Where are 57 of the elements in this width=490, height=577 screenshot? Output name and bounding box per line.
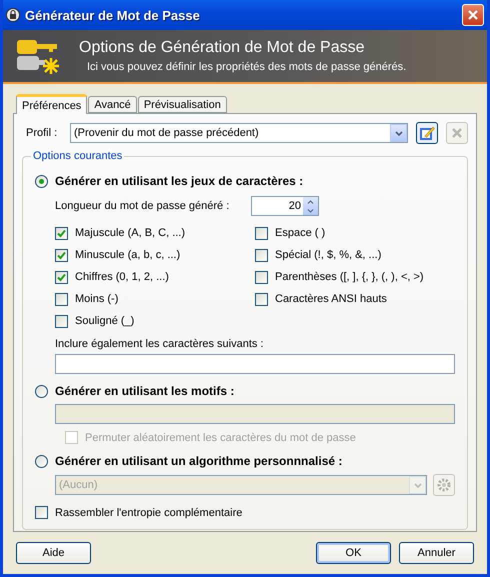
include-label: Inclure également les caractères suivants :: [55, 338, 264, 350]
permute-label: Permuter aléatoirement les caractères du mot de passe: [85, 432, 356, 444]
caret-icon: [394, 130, 402, 136]
profile-dropdown[interactable]: (Provenir du mot de passe précédent): [70, 123, 408, 143]
check-icon: [57, 250, 66, 260]
checkbox[interactable]: [35, 506, 48, 519]
check-icon: [57, 272, 66, 282]
charset-label: Moins (-): [75, 293, 118, 305]
charset-label: Majuscule (A, B, C, ...): [75, 227, 186, 239]
checkbox[interactable]: [55, 248, 68, 262]
checkbox[interactable]: [255, 226, 268, 240]
charset-label: Caractères ANSI hauts: [275, 293, 387, 305]
entropy-label: Rassembler l'entropie complémentaire: [55, 506, 242, 518]
tab[interactable]: Avancé: [88, 96, 137, 113]
edit-button[interactable]: [416, 122, 438, 144]
checkbox[interactable]: [55, 292, 68, 306]
radio-label: Générer en utilisant les motifs :: [55, 384, 234, 398]
checkbox[interactable]: [255, 270, 268, 284]
banner-subtitle: Ici vous pouvez définir les propriétés des mots de passe générés.: [87, 61, 406, 73]
dialog-button[interactable]: OK: [316, 542, 391, 564]
radio-label: Générer en utilisant les jeux de caractères :: [55, 174, 304, 188]
include-field[interactable]: [55, 354, 455, 374]
checkbox[interactable]: [55, 270, 68, 284]
checkbox[interactable]: [55, 314, 68, 328]
tab[interactable]: Préférences: [16, 94, 88, 114]
profile-label: Profil :: [26, 127, 58, 139]
close-icon: [467, 9, 479, 21]
dropdown-button[interactable]: [390, 124, 407, 142]
length-label: Longueur du mot de passe généré :: [55, 200, 230, 212]
lock-icon: [6, 8, 20, 22]
dialog-button[interactable]: Aide: [16, 542, 91, 564]
check-icon: [57, 228, 66, 238]
dialog-button[interactable]: Annuler: [399, 542, 474, 564]
pencil-icon: [419, 125, 435, 141]
delete-icon: [451, 127, 463, 139]
close-button[interactable]: [462, 4, 484, 26]
charset-label: Minuscule (a, b, c, ...): [75, 249, 180, 261]
charset-label: Spécial (!, $, %, &, ...): [275, 249, 382, 261]
caret-icon: [414, 482, 422, 488]
window-title: Générateur de Mot de Passe: [25, 8, 201, 22]
radio-button[interactable]: [35, 384, 48, 398]
settings-icon: [437, 478, 451, 492]
checkbox[interactable]: [255, 248, 268, 262]
radio-label: Générer en utilisant un algorithme personnnalisé :: [55, 454, 342, 468]
charset-label: Chiffres (0, 1, 2, ...): [75, 271, 169, 283]
spin-arrows[interactable]: [303, 197, 318, 215]
length-spinner[interactable]: 20: [251, 196, 319, 216]
tab[interactable]: Prévisualisation: [138, 96, 227, 113]
group-title: Options courantes: [32, 150, 124, 162]
charset-label: Parenthèses ([, ], {, }, (, ), <, >): [275, 271, 424, 283]
checkbox[interactable]: [255, 292, 268, 306]
radio-button[interactable]: [35, 174, 48, 188]
charset-label: Espace ( ): [275, 227, 326, 239]
banner-title: Options de Génération de Mot de Passe: [79, 39, 366, 57]
checkbox[interactable]: [55, 226, 68, 240]
radio-button[interactable]: [35, 454, 48, 468]
charset-label: Souligné (_): [75, 315, 134, 327]
